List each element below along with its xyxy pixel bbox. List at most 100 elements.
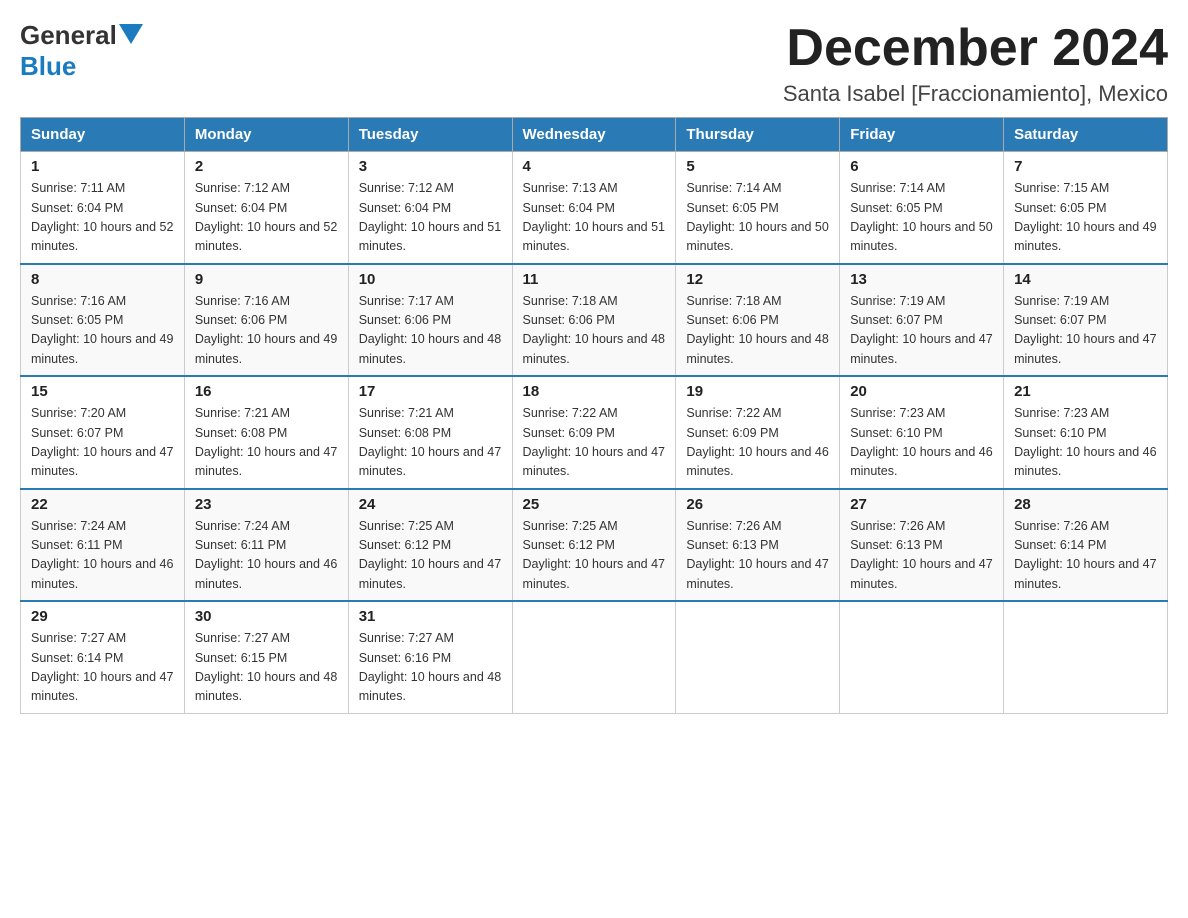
table-row: 1 Sunrise: 7:11 AMSunset: 6:04 PMDayligh… [21,152,185,264]
table-row [1004,601,1168,713]
table-row: 3 Sunrise: 7:12 AMSunset: 6:04 PMDayligh… [348,152,512,264]
day-number: 2 [195,158,338,175]
col-wednesday: Wednesday [512,118,676,152]
day-info: Sunrise: 7:19 AMSunset: 6:07 PMDaylight:… [850,292,993,370]
day-number: 3 [359,158,502,175]
day-number: 9 [195,271,338,288]
table-row: 27 Sunrise: 7:26 AMSunset: 6:13 PMDaylig… [840,489,1004,602]
table-row: 29 Sunrise: 7:27 AMSunset: 6:14 PMDaylig… [21,601,185,713]
logo-blue-text: Blue [20,51,76,81]
day-number: 22 [31,496,174,513]
day-info: Sunrise: 7:27 AMSunset: 6:14 PMDaylight:… [31,629,174,707]
table-row: 22 Sunrise: 7:24 AMSunset: 6:11 PMDaylig… [21,489,185,602]
table-row: 7 Sunrise: 7:15 AMSunset: 6:05 PMDayligh… [1004,152,1168,264]
day-number: 5 [686,158,829,175]
table-row: 17 Sunrise: 7:21 AMSunset: 6:08 PMDaylig… [348,376,512,489]
day-info: Sunrise: 7:20 AMSunset: 6:07 PMDaylight:… [31,404,174,482]
day-info: Sunrise: 7:12 AMSunset: 6:04 PMDaylight:… [195,179,338,257]
day-number: 14 [1014,271,1157,288]
calendar-week-3: 15 Sunrise: 7:20 AMSunset: 6:07 PMDaylig… [21,376,1168,489]
day-info: Sunrise: 7:26 AMSunset: 6:14 PMDaylight:… [1014,517,1157,595]
logo-triangle-icon [119,24,143,44]
table-row: 9 Sunrise: 7:16 AMSunset: 6:06 PMDayligh… [184,264,348,377]
table-row [512,601,676,713]
logo: General Blue [20,20,143,82]
col-thursday: Thursday [676,118,840,152]
day-number: 4 [523,158,666,175]
day-number: 27 [850,496,993,513]
table-row [840,601,1004,713]
day-number: 19 [686,383,829,400]
day-number: 13 [850,271,993,288]
table-row: 21 Sunrise: 7:23 AMSunset: 6:10 PMDaylig… [1004,376,1168,489]
day-info: Sunrise: 7:18 AMSunset: 6:06 PMDaylight:… [686,292,829,370]
day-number: 6 [850,158,993,175]
day-info: Sunrise: 7:25 AMSunset: 6:12 PMDaylight:… [523,517,666,595]
calendar-week-5: 29 Sunrise: 7:27 AMSunset: 6:14 PMDaylig… [21,601,1168,713]
calendar-week-2: 8 Sunrise: 7:16 AMSunset: 6:05 PMDayligh… [21,264,1168,377]
calendar-week-4: 22 Sunrise: 7:24 AMSunset: 6:11 PMDaylig… [21,489,1168,602]
day-info: Sunrise: 7:16 AMSunset: 6:06 PMDaylight:… [195,292,338,370]
day-info: Sunrise: 7:26 AMSunset: 6:13 PMDaylight:… [850,517,993,595]
table-row: 5 Sunrise: 7:14 AMSunset: 6:05 PMDayligh… [676,152,840,264]
table-row: 11 Sunrise: 7:18 AMSunset: 6:06 PMDaylig… [512,264,676,377]
page-header: General Blue December 2024 Santa Isabel … [20,20,1168,107]
month-year-title: December 2024 [783,20,1168,77]
day-number: 31 [359,608,502,625]
location-subtitle: Santa Isabel [Fraccionamiento], Mexico [783,81,1168,107]
day-number: 20 [850,383,993,400]
table-row: 31 Sunrise: 7:27 AMSunset: 6:16 PMDaylig… [348,601,512,713]
day-number: 16 [195,383,338,400]
day-info: Sunrise: 7:12 AMSunset: 6:04 PMDaylight:… [359,179,502,257]
day-info: Sunrise: 7:22 AMSunset: 6:09 PMDaylight:… [686,404,829,482]
day-number: 12 [686,271,829,288]
table-row: 14 Sunrise: 7:19 AMSunset: 6:07 PMDaylig… [1004,264,1168,377]
day-info: Sunrise: 7:23 AMSunset: 6:10 PMDaylight:… [1014,404,1157,482]
col-sunday: Sunday [21,118,185,152]
day-info: Sunrise: 7:17 AMSunset: 6:06 PMDaylight:… [359,292,502,370]
day-number: 17 [359,383,502,400]
table-row: 16 Sunrise: 7:21 AMSunset: 6:08 PMDaylig… [184,376,348,489]
day-number: 26 [686,496,829,513]
table-row: 6 Sunrise: 7:14 AMSunset: 6:05 PMDayligh… [840,152,1004,264]
calendar-table: Sunday Monday Tuesday Wednesday Thursday… [20,117,1168,714]
day-info: Sunrise: 7:19 AMSunset: 6:07 PMDaylight:… [1014,292,1157,370]
table-row: 28 Sunrise: 7:26 AMSunset: 6:14 PMDaylig… [1004,489,1168,602]
table-row: 24 Sunrise: 7:25 AMSunset: 6:12 PMDaylig… [348,489,512,602]
day-number: 23 [195,496,338,513]
table-row: 20 Sunrise: 7:23 AMSunset: 6:10 PMDaylig… [840,376,1004,489]
table-row: 4 Sunrise: 7:13 AMSunset: 6:04 PMDayligh… [512,152,676,264]
table-row: 30 Sunrise: 7:27 AMSunset: 6:15 PMDaylig… [184,601,348,713]
day-number: 25 [523,496,666,513]
day-info: Sunrise: 7:24 AMSunset: 6:11 PMDaylight:… [31,517,174,595]
table-row: 23 Sunrise: 7:24 AMSunset: 6:11 PMDaylig… [184,489,348,602]
day-info: Sunrise: 7:23 AMSunset: 6:10 PMDaylight:… [850,404,993,482]
day-info: Sunrise: 7:22 AMSunset: 6:09 PMDaylight:… [523,404,666,482]
table-row: 8 Sunrise: 7:16 AMSunset: 6:05 PMDayligh… [21,264,185,377]
table-row: 18 Sunrise: 7:22 AMSunset: 6:09 PMDaylig… [512,376,676,489]
col-saturday: Saturday [1004,118,1168,152]
day-info: Sunrise: 7:24 AMSunset: 6:11 PMDaylight:… [195,517,338,595]
day-number: 24 [359,496,502,513]
day-info: Sunrise: 7:21 AMSunset: 6:08 PMDaylight:… [359,404,502,482]
day-number: 8 [31,271,174,288]
logo-general-text: General [20,20,117,51]
day-info: Sunrise: 7:26 AMSunset: 6:13 PMDaylight:… [686,517,829,595]
day-info: Sunrise: 7:11 AMSunset: 6:04 PMDaylight:… [31,179,174,257]
table-row: 13 Sunrise: 7:19 AMSunset: 6:07 PMDaylig… [840,264,1004,377]
title-section: December 2024 Santa Isabel [Fraccionamie… [783,20,1168,107]
table-row: 15 Sunrise: 7:20 AMSunset: 6:07 PMDaylig… [21,376,185,489]
table-row: 19 Sunrise: 7:22 AMSunset: 6:09 PMDaylig… [676,376,840,489]
calendar-header-row: Sunday Monday Tuesday Wednesday Thursday… [21,118,1168,152]
day-info: Sunrise: 7:27 AMSunset: 6:15 PMDaylight:… [195,629,338,707]
day-number: 10 [359,271,502,288]
table-row: 12 Sunrise: 7:18 AMSunset: 6:06 PMDaylig… [676,264,840,377]
col-tuesday: Tuesday [348,118,512,152]
day-info: Sunrise: 7:27 AMSunset: 6:16 PMDaylight:… [359,629,502,707]
day-info: Sunrise: 7:16 AMSunset: 6:05 PMDaylight:… [31,292,174,370]
day-number: 15 [31,383,174,400]
table-row: 25 Sunrise: 7:25 AMSunset: 6:12 PMDaylig… [512,489,676,602]
table-row: 26 Sunrise: 7:26 AMSunset: 6:13 PMDaylig… [676,489,840,602]
day-info: Sunrise: 7:21 AMSunset: 6:08 PMDaylight:… [195,404,338,482]
day-info: Sunrise: 7:25 AMSunset: 6:12 PMDaylight:… [359,517,502,595]
